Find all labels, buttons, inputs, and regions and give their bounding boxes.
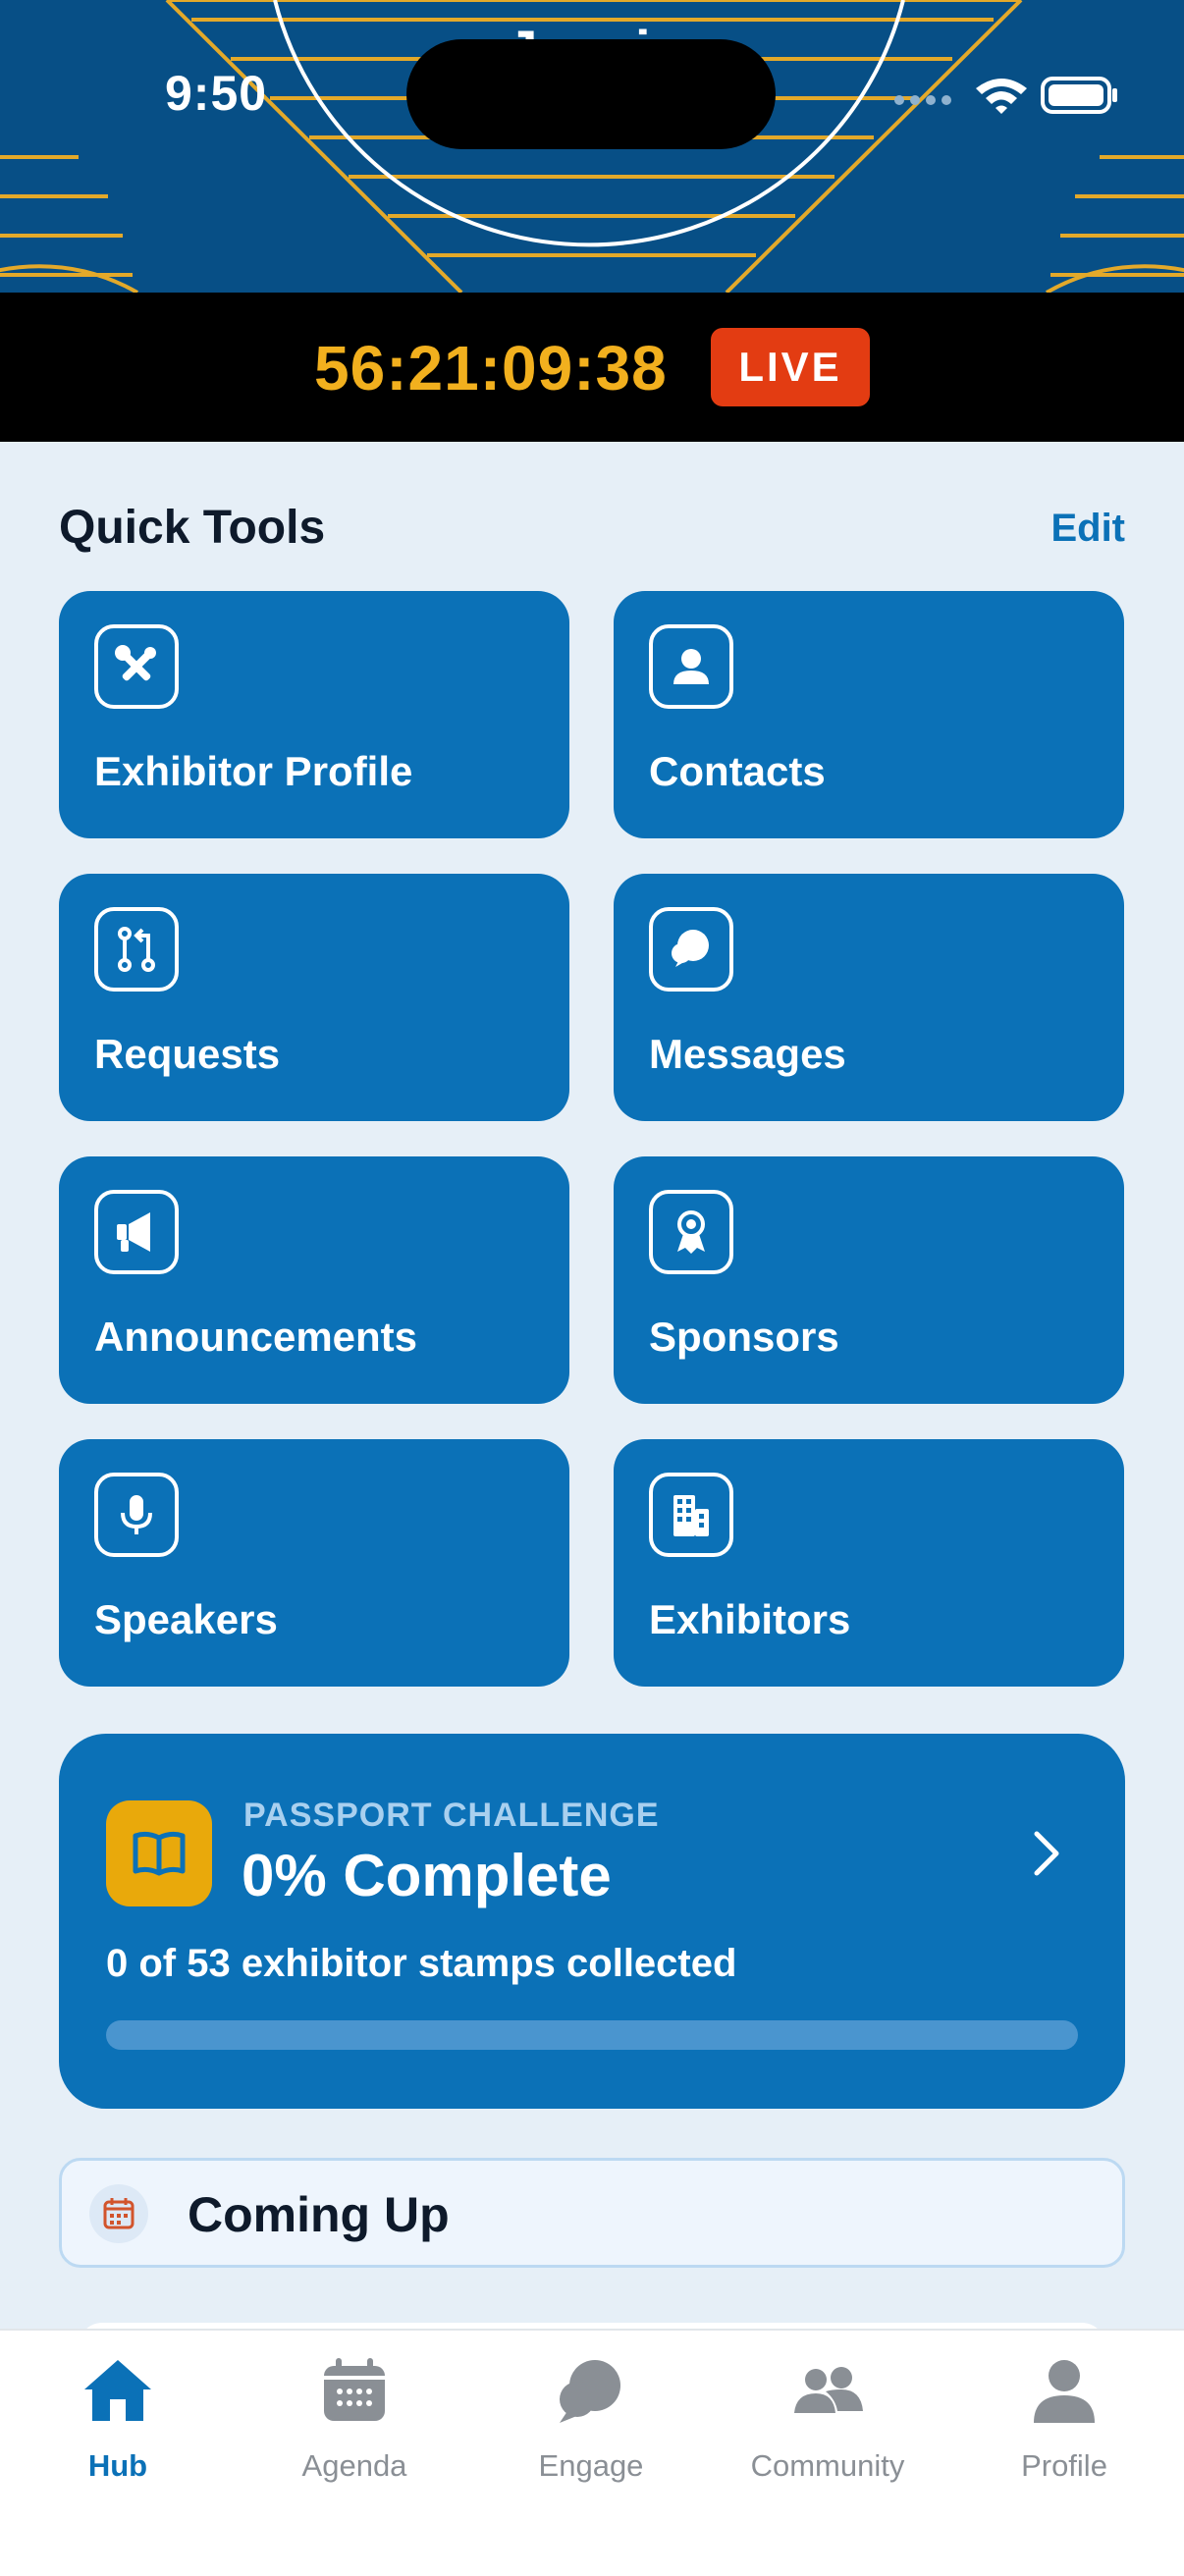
award-icon xyxy=(649,1190,733,1274)
tile-sponsors[interactable]: Sponsors xyxy=(614,1156,1124,1404)
tab-label: Community xyxy=(750,2448,905,2483)
tile-label: Messages xyxy=(649,1031,846,1077)
people-icon xyxy=(790,2356,865,2430)
tile-requests[interactable]: Requests xyxy=(59,874,569,1121)
user-icon xyxy=(1030,2356,1099,2430)
tab-label: Hub xyxy=(87,2448,148,2483)
dynamic-island xyxy=(406,39,776,149)
tab-label: Profile xyxy=(1021,2448,1107,2483)
tab-community[interactable]: Community xyxy=(710,2356,945,2484)
tile-messages[interactable]: Messages xyxy=(614,874,1124,1121)
chevron-right-icon xyxy=(1027,1824,1066,1888)
tile-contacts[interactable]: Contacts xyxy=(614,591,1124,838)
tab-hub[interactable]: Hub xyxy=(0,2356,236,2484)
tab-label: Agenda xyxy=(301,2448,407,2483)
coming-up-section[interactable]: Coming Up xyxy=(59,2158,1125,2268)
chat-icon xyxy=(649,907,733,992)
calendar-icon xyxy=(320,2356,389,2430)
book-icon xyxy=(106,1800,212,1906)
live-badge: LIVE xyxy=(711,328,870,406)
tile-label: Exhibitors xyxy=(649,1596,851,1642)
coming-up-title: Coming Up xyxy=(188,2187,450,2242)
chat-bubbles-icon xyxy=(554,2356,628,2430)
quick-tools-title: Quick Tools xyxy=(59,502,326,554)
status-time: 9:50 xyxy=(165,66,268,121)
tile-label: Contacts xyxy=(649,748,826,794)
status-icons xyxy=(884,71,1119,120)
tile-label: Exhibitor Profile xyxy=(94,748,413,794)
tab-engage[interactable]: Engage xyxy=(473,2356,709,2484)
calendar-icon xyxy=(89,2184,148,2243)
passport-challenge-card[interactable]: PASSPORT CHALLENGE 0% Complete 0 of 53 e… xyxy=(59,1734,1125,2109)
contact-icon xyxy=(649,624,733,709)
tile-label: Requests xyxy=(94,1031,281,1077)
tile-label: Announcements xyxy=(94,1314,418,1360)
wifi-icon xyxy=(976,79,1027,114)
microphone-icon xyxy=(94,1473,179,1557)
home-icon xyxy=(81,2356,155,2430)
tile-exhibitors[interactable]: Exhibitors xyxy=(614,1439,1124,1687)
passport-progress-bar xyxy=(106,2020,1078,2050)
tools-icon xyxy=(94,624,179,709)
edit-button[interactable]: Edit xyxy=(1050,507,1125,551)
tile-announcements[interactable]: Announcements xyxy=(59,1156,569,1404)
passport-stamps-count: 0 of 53 exhibitor stamps collected xyxy=(106,1942,737,1985)
megaphone-icon xyxy=(94,1190,179,1274)
tab-profile[interactable]: Profile xyxy=(946,2356,1182,2484)
passport-progress-title: 0% Complete xyxy=(242,1843,612,1908)
requests-icon xyxy=(94,907,179,992)
countdown-bar: 56:21:09:38 LIVE xyxy=(0,293,1184,442)
cellular-icon xyxy=(894,95,951,105)
battery-icon xyxy=(1041,77,1117,114)
tile-label: Sponsors xyxy=(649,1314,839,1360)
tile-label: Speakers xyxy=(94,1596,278,1642)
tab-agenda[interactable]: Agenda xyxy=(237,2356,472,2484)
tile-exhibitor-profile[interactable]: Exhibitor Profile xyxy=(59,591,569,838)
passport-kicker: PASSPORT CHALLENGE xyxy=(243,1797,660,1834)
hero-banner: Jennie Christian 9:50 xyxy=(0,0,1184,293)
building-icon xyxy=(649,1473,733,1557)
countdown-timer: 56:21:09:38 xyxy=(314,333,668,403)
tab-bar: Hub Agenda Engage Community Profile xyxy=(0,2329,1184,2576)
tab-label: Engage xyxy=(538,2448,644,2483)
tile-speakers[interactable]: Speakers xyxy=(59,1439,569,1687)
